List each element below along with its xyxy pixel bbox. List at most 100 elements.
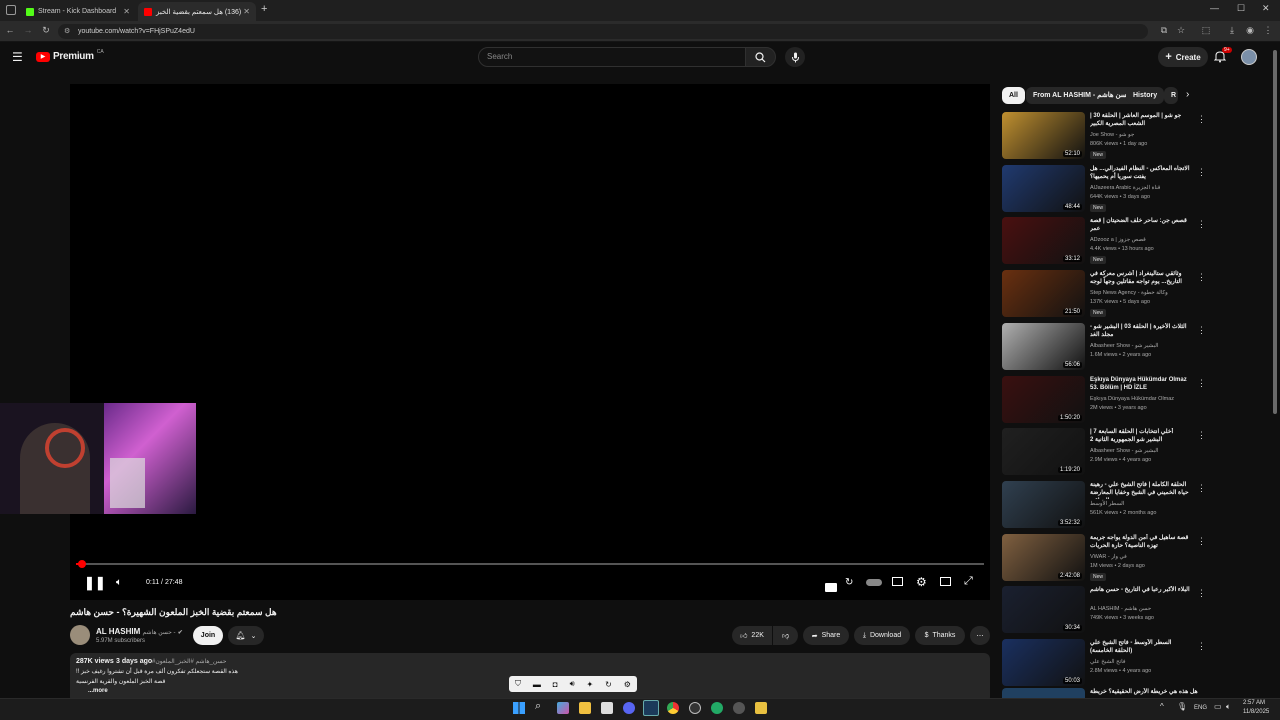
obs-icon[interactable] bbox=[689, 702, 701, 714]
downloads-icon[interactable]: ⤓ bbox=[1226, 25, 1238, 36]
hashtags[interactable]: #حسن_هاشم #الخبز_الملعون bbox=[152, 658, 227, 665]
hamburger-menu-icon[interactable]: ☰ bbox=[12, 50, 23, 64]
store-icon[interactable] bbox=[601, 702, 613, 714]
recommendation-item[interactable]: 48:44 الاتجاه المعاكس - النظام الفيدرالي.… bbox=[1002, 164, 1206, 217]
like-button[interactable]: 👍︎ 22K bbox=[732, 626, 772, 645]
recommendation-channel[interactable]: Albasheer Show - البشير شو bbox=[1090, 343, 1158, 349]
more-options-icon[interactable]: ⋮ bbox=[1197, 114, 1206, 125]
recommendation-title[interactable]: البلاء الأكبر رعباً في التاريخ - حسن هاش… bbox=[1090, 586, 1190, 594]
volume-icon[interactable]: 🔈︎ bbox=[116, 577, 122, 588]
pause-icon[interactable]: ❚❚ bbox=[84, 575, 106, 591]
audio-icon[interactable]: 🔊︎ bbox=[570, 679, 575, 689]
fullscreen-icon[interactable]: ⤢ bbox=[964, 575, 973, 588]
more-options-icon[interactable]: ⋮ bbox=[1197, 430, 1206, 441]
channel-avatar[interactable] bbox=[70, 625, 90, 645]
recommendation-item[interactable]: 30:34 البلاء الأكبر رعباً في التاريخ - حس… bbox=[1002, 586, 1206, 638]
steam-icon[interactable] bbox=[643, 700, 659, 716]
recommendation-title[interactable]: قصة ساهيل في أمن الدولة يواجه جريمة تهزه… bbox=[1090, 534, 1190, 550]
recommendation-channel[interactable]: Eşkıya Dünyaya Hükümdar Olmaz bbox=[1090, 396, 1174, 402]
subscribed-bell-button[interactable]: 🔔︎ ⌄ bbox=[228, 626, 264, 645]
extensions-icon[interactable]: ⬚ bbox=[1200, 25, 1212, 36]
dislike-button[interactable]: 👎︎ bbox=[773, 626, 798, 645]
speaker-icon[interactable]: 🔈︎ bbox=[1226, 702, 1231, 712]
tab-youtube[interactable]: (136) هل سمعتم بقضية الخبز ✕ bbox=[138, 2, 256, 21]
pin-icon[interactable]: ✦ bbox=[587, 680, 594, 689]
recommendation-title[interactable]: أخلي انتخابات | الحلقة السابعة 7 | البشي… bbox=[1090, 428, 1190, 444]
theater-mode-icon[interactable] bbox=[940, 577, 951, 586]
camera-icon[interactable]: ◘ bbox=[553, 680, 558, 689]
recommendation-channel[interactable]: ADzooz a | قصص جزوز bbox=[1090, 237, 1146, 243]
more-options-icon[interactable]: ⋮ bbox=[1197, 219, 1206, 230]
close-window-icon[interactable]: ✕ bbox=[1262, 3, 1270, 14]
maximize-icon[interactable]: ☐ bbox=[1237, 3, 1245, 14]
settings-gear-icon[interactable]: ⚙ bbox=[916, 575, 927, 589]
shield-icon[interactable]: ⛉ bbox=[515, 679, 521, 689]
video-player[interactable] bbox=[70, 84, 990, 600]
site-info-icon[interactable]: ⚙ bbox=[64, 24, 70, 39]
clock-time[interactable]: 2:57 AM bbox=[1243, 700, 1265, 706]
recommendation-item[interactable]: 21:50 وثائقي ستالينغراد | أشرس معركة في ا… bbox=[1002, 270, 1206, 322]
notes-app-icon[interactable] bbox=[755, 702, 767, 714]
video-thumbnail[interactable]: 3:52:32 bbox=[1002, 480, 1085, 528]
miniplayer-icon[interactable] bbox=[892, 577, 903, 586]
recommendation-channel[interactable]: السطر الأوسط bbox=[1090, 501, 1124, 507]
recommendation-title[interactable]: وثائقي ستالينغراد | أشرس معركة في التاري… bbox=[1090, 270, 1190, 286]
video-thumbnail[interactable]: 1:50:20 bbox=[1002, 375, 1085, 423]
recommendation-item[interactable]: 33:12 قصص جن: ساحر خلف الضحيتان | قصة عمر… bbox=[1002, 217, 1206, 269]
subtitles-icon[interactable] bbox=[825, 583, 837, 592]
recommendation-item[interactable]: 2:42:08 قصة ساهيل في أمن الدولة يواجه جري… bbox=[1002, 533, 1206, 586]
autoplay-loop-icon[interactable]: ↻ bbox=[845, 577, 853, 588]
recommendation-channel[interactable]: VWAR - في وار bbox=[1090, 554, 1127, 560]
voice-search-button[interactable] bbox=[785, 47, 805, 67]
network-icon[interactable]: ▭ bbox=[1214, 702, 1222, 711]
recommendation-item[interactable]: 52:10 جو شو | الموسم العاشر | الحلقة 30 |… bbox=[1002, 112, 1206, 164]
more-options-icon[interactable]: ⋮ bbox=[1197, 588, 1206, 599]
video-thumbnail[interactable]: 21:50 bbox=[1002, 270, 1085, 318]
recommendation-channel[interactable]: Step News Agency - وكالة خطوة bbox=[1090, 290, 1168, 296]
recommendation-title[interactable]: الثلاث الأخيرة | الحلقة 03 | البشير شو -… bbox=[1090, 323, 1190, 339]
channel-name[interactable]: AL HASHIM حسن هاشم - ✔ bbox=[96, 627, 183, 636]
recommendation-item[interactable]: 1:19:20 أخلي انتخابات | الحلقة السابعة 7 … bbox=[1002, 428, 1206, 480]
partial-recommendation[interactable]: هل هذه هي خريطة الأرض الحقيقية؟ خريطة bbox=[1002, 688, 1202, 698]
youtube-logo[interactable]: ▶ Premium CA bbox=[36, 49, 104, 62]
download-button[interactable]: ⤓ Download bbox=[854, 626, 910, 645]
bookmark-star-icon[interactable]: ☆ bbox=[1175, 25, 1187, 36]
language-indicator[interactable]: ENG bbox=[1194, 705, 1207, 711]
recommendation-title[interactable]: جو شو | الموسم العاشر | الحلقة 30 | الشع… bbox=[1090, 112, 1190, 128]
chip-all[interactable]: All bbox=[1002, 87, 1025, 104]
forward-icon[interactable]: → bbox=[22, 25, 34, 35]
start-windows-icon[interactable] bbox=[513, 702, 525, 714]
show-more-link[interactable]: ...more bbox=[88, 688, 108, 694]
reload-icon[interactable]: ↻ bbox=[40, 25, 52, 36]
recommendation-channel[interactable]: Joe Show - جو شو bbox=[1090, 132, 1134, 138]
more-options-icon[interactable]: ⋮ bbox=[1197, 272, 1206, 283]
recommendation-title[interactable]: السطر الأوسط - فاتح الشيخ علي (الحلقة ال… bbox=[1090, 639, 1190, 655]
recommendation-item[interactable]: 56:06 الثلاث الأخيرة | الحلقة 03 | البشير… bbox=[1002, 322, 1206, 375]
create-button[interactable]: + Create bbox=[1158, 47, 1208, 67]
join-button[interactable]: Join bbox=[193, 626, 223, 645]
recommendation-item[interactable]: 3:52:32 الحلقة الكاملة | فاتح الشيخ علي -… bbox=[1002, 480, 1206, 533]
chip-from-channel[interactable]: From AL HASHIM - حسن هاشم bbox=[1026, 87, 1139, 104]
copilot-icon[interactable] bbox=[557, 702, 569, 714]
recommendation-title[interactable]: الحلقة الكاملة | فاتح الشيخ علي - رهينة … bbox=[1090, 481, 1190, 499]
more-options-icon[interactable]: ⋮ bbox=[1197, 378, 1206, 389]
video-thumbnail[interactable]: 1:19:20 bbox=[1002, 428, 1085, 476]
close-tab-icon[interactable]: ✕ bbox=[123, 7, 130, 16]
close-tab-icon[interactable]: ✕ bbox=[243, 7, 250, 16]
more-actions-button[interactable]: ⋯ bbox=[970, 626, 990, 645]
folder-icon[interactable]: ▬ bbox=[533, 680, 541, 689]
profile-icon[interactable]: ◉ bbox=[1244, 25, 1256, 36]
recommendation-title[interactable]: قصص جن: ساحر خلف الضحيتان | قصة عمر bbox=[1090, 217, 1190, 233]
video-thumbnail[interactable]: 30:34 bbox=[1002, 586, 1085, 634]
recommendation-title[interactable]: الاتجاه المعاكس - النظام الفيدرالي... هل… bbox=[1090, 165, 1190, 181]
chip-history[interactable]: History bbox=[1126, 87, 1165, 104]
recommendation-title[interactable]: Eşkıya Dünyaya Hükümdar Olmaz 53. Bölüm … bbox=[1090, 376, 1190, 392]
refresh-icon[interactable]: ↻ bbox=[605, 680, 612, 689]
recommendation-channel[interactable]: فاتح الشيخ علي bbox=[1090, 659, 1125, 665]
video-thumbnail[interactable]: 52:10 bbox=[1002, 112, 1085, 159]
url-field[interactable]: ⚙ youtube.com/watch?v=FHjSPuZ4edU bbox=[58, 24, 1148, 39]
thanks-button[interactable]: $ Thanks bbox=[915, 626, 965, 645]
search-button[interactable] bbox=[745, 47, 776, 67]
account-avatar[interactable] bbox=[1241, 49, 1257, 65]
chip-partial[interactable]: R bbox=[1164, 87, 1178, 104]
